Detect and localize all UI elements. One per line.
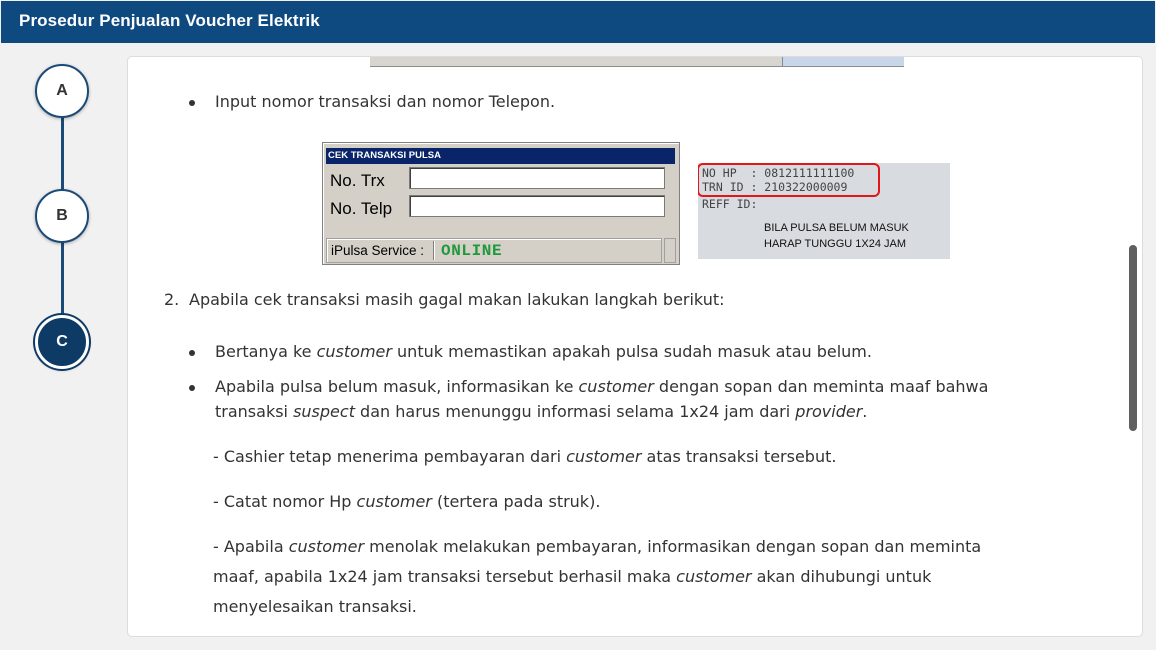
dash-item-refuse-line3: menyelesaikan transaksi. xyxy=(213,597,417,616)
telp-input xyxy=(409,195,665,217)
bullet-inform-line1: Apabila pulsa belum masuk, informasikan … xyxy=(215,377,989,396)
bullet-ask-customer: Bertanya ke customer untuk memastikan ap… xyxy=(215,342,872,361)
resize-grip xyxy=(664,238,676,263)
bullet-dot xyxy=(189,385,195,391)
header-bar: Prosedur Penjualan Voucher Elektrik xyxy=(1,1,1155,43)
step-label: C xyxy=(56,333,68,350)
step-label: B xyxy=(56,207,68,224)
dash-item-catat: - Catat nomor Hp customer (tertera pada … xyxy=(213,492,601,511)
bullet-dot xyxy=(189,350,195,356)
scrollbar-thumb[interactable] xyxy=(1129,245,1137,431)
bullet-input-text: Input nomor transaksi dan nomor Telepon. xyxy=(215,92,556,111)
status-bar: iPulsa Service : ONLINE xyxy=(326,238,662,263)
trx-input xyxy=(409,167,665,189)
service-label: iPulsa Service : xyxy=(331,243,425,258)
bullet-inform-line2: transaksi suspect dan harus menunggu inf… xyxy=(215,402,868,421)
previous-screenshot-fragment xyxy=(370,57,904,67)
cek-transaksi-window: CEK TRANSAKSI PULSA No. Trx No. Telp iPu… xyxy=(322,142,680,265)
trx-label: No. Trx xyxy=(330,171,385,190)
receipt-no-hp: NO HP : 0812111111100 xyxy=(702,166,855,180)
dash-item-refuse-line2: maaf, apabila 1x24 jam transaksi tersebu… xyxy=(213,567,932,586)
stepper-connector xyxy=(61,240,64,316)
content-panel: Input nomor transaksi dan nomor Telepon.… xyxy=(127,56,1143,637)
receipt-image: NO HP : 0812111111100 TRN ID : 210322000… xyxy=(698,163,950,259)
step-b-button[interactable]: B xyxy=(35,189,89,243)
step-label: A xyxy=(56,82,68,99)
page-title: Prosedur Penjualan Voucher Elektrik xyxy=(19,11,320,30)
stepper-connector xyxy=(61,116,64,190)
step-a-button[interactable]: A xyxy=(35,64,89,118)
telp-label: No. Telp xyxy=(330,199,393,218)
receipt-reff-id: REFF ID: xyxy=(702,197,758,211)
online-status: ONLINE xyxy=(441,242,503,260)
receipt-trn-id: TRN ID : 210322000009 xyxy=(702,180,848,194)
step2-text: Apabila cek transaksi masih gagal makan … xyxy=(189,290,725,309)
step-c-button[interactable]: C xyxy=(35,315,89,369)
receipt-message-2: HARAP TUNGGU 1X24 JAM xyxy=(764,238,907,250)
dash-item-refuse-line1: - Apabila customer menolak melakukan pem… xyxy=(213,537,982,556)
bullet-dot xyxy=(189,100,195,106)
cek-window-title: CEK TRANSAKSI PULSA xyxy=(326,148,675,164)
receipt-message-1: BILA PULSA BELUM MASUK xyxy=(764,222,909,234)
dash-item-cashier: - Cashier tetap menerima pembayaran dari… xyxy=(213,447,837,466)
step2-number: 2. xyxy=(164,290,180,309)
